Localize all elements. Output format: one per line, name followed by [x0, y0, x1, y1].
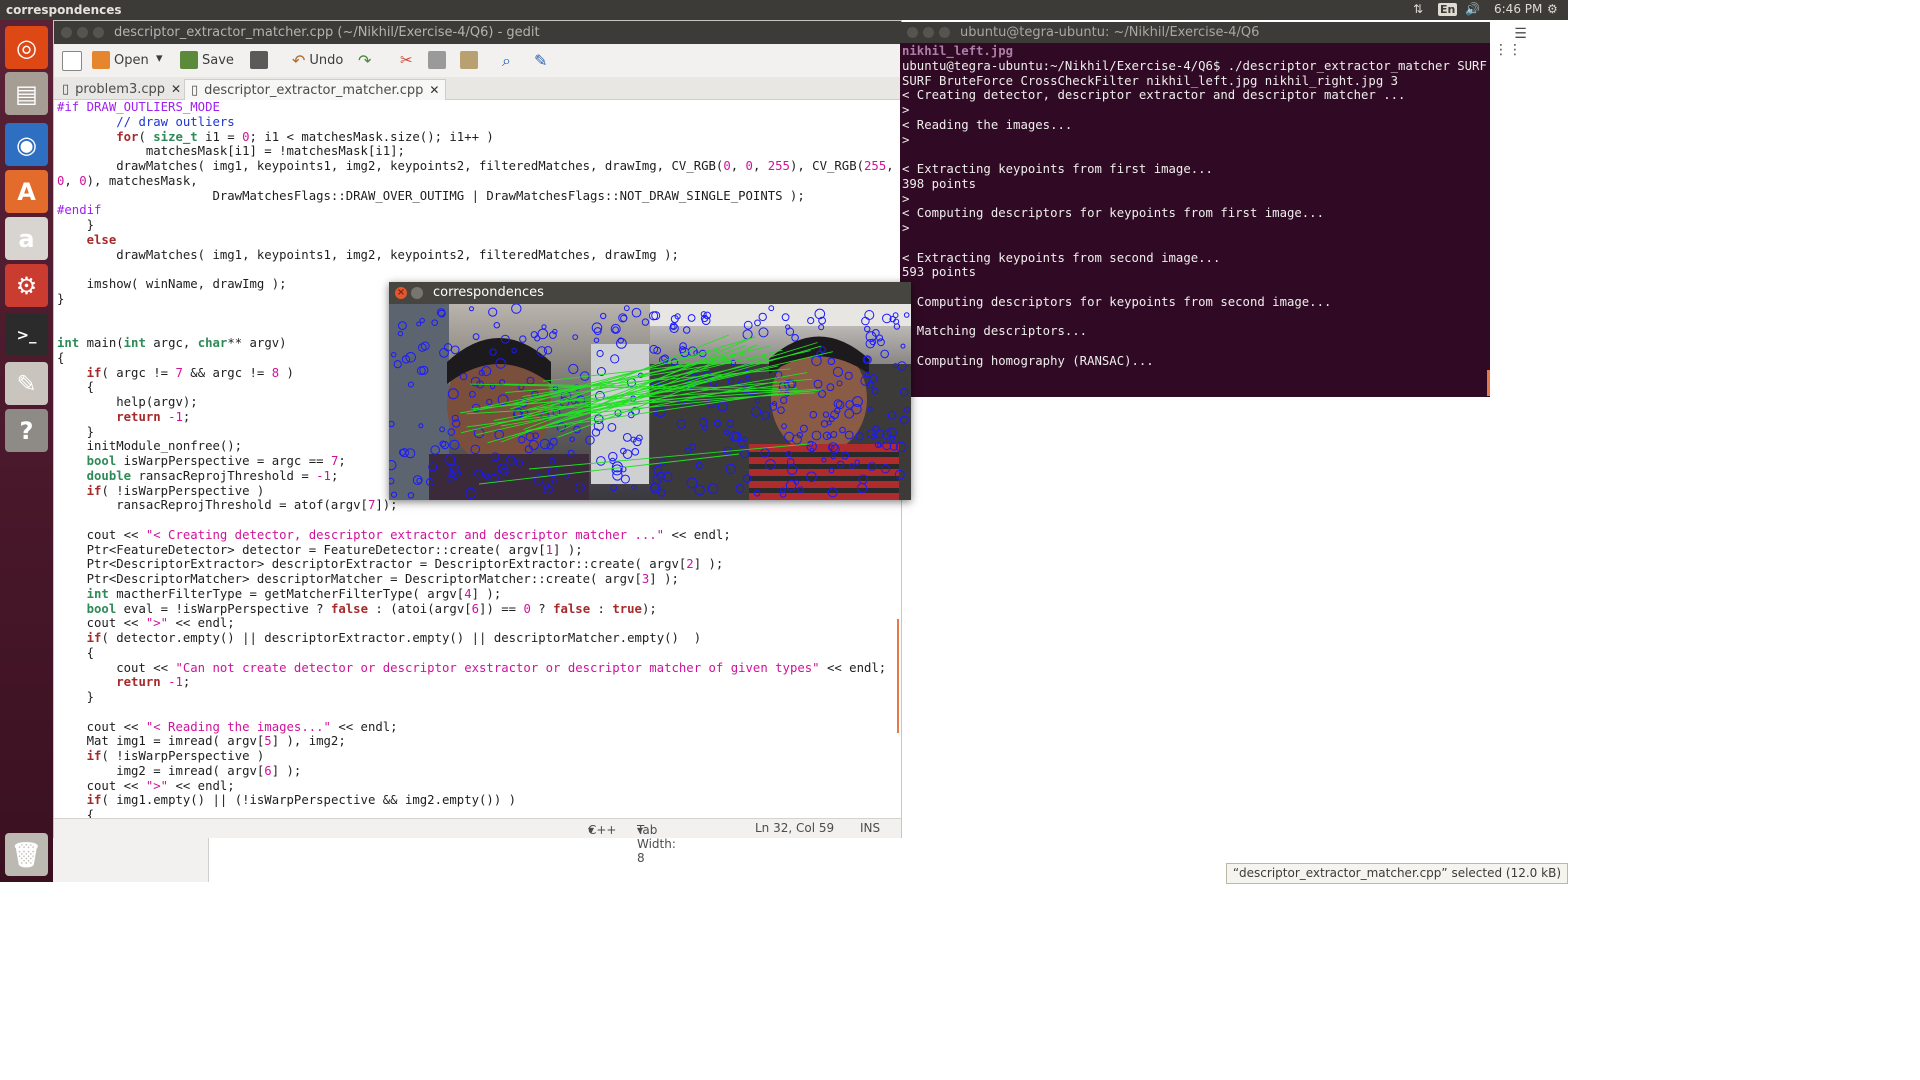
terminal-line: SURF BruteForce CrossCheckFilter nikhil_…	[902, 73, 1399, 88]
list-view-icon[interactable]: ☰	[1514, 26, 1527, 42]
terminal-line: 593 points	[902, 265, 977, 280]
correspondences-title: correspondences	[433, 285, 544, 300]
network-arrows-icon[interactable]: ⇅	[1413, 2, 1423, 16]
window-title: descriptor_extractor_matcher.cpp (~/Nikh…	[114, 25, 540, 40]
trash-icon[interactable]: 🗑	[5, 833, 48, 876]
system-settings-icon[interactable]: ⚙	[5, 264, 48, 307]
terminal-output[interactable]: nikhil_left.jpg ubuntu@tegra-ubuntu:~/Ni…	[902, 44, 1488, 396]
terminal-icon[interactable]: >_	[5, 313, 48, 356]
terminal-line: >	[902, 221, 910, 235]
open-recent-dropdown[interactable]: ▾	[156, 51, 163, 66]
terminal-line: < Extracting keypoints from first image.…	[902, 162, 1213, 176]
gedit-titlebar[interactable]: descriptor_extractor_matcher.cpp (~/Nikh…	[54, 21, 901, 44]
replace-button[interactable]: ✎	[534, 51, 547, 70]
copy-button[interactable]	[428, 51, 446, 69]
insert-mode: INS	[860, 821, 881, 835]
active-app-title: correspondences	[6, 3, 122, 17]
gedit-statusbar: C++ ▾ Tab Width: 8 ▾ Ln 32, Col 59 INS	[54, 818, 901, 865]
find-button[interactable]: ⌕	[502, 51, 511, 71]
launcher: ◎ ▤ ◉ Aa ⚙ >_ ✎? 🗑	[0, 20, 53, 882]
scissors-icon: ✂	[400, 51, 413, 69]
minimize-icon[interactable]	[77, 27, 88, 38]
gedit-tab-bar: ▯ problem3.cpp ✕ ▯ descriptor_extractor_…	[54, 77, 901, 100]
find-replace-icon: ✎	[534, 51, 548, 70]
files-icon[interactable]: ▤	[5, 72, 48, 115]
file-manager-toolbar: ⌕ ☰ ⋮⋮	[1480, 26, 1568, 58]
close-icon[interactable]	[61, 27, 72, 38]
close-icon[interactable]: ×	[395, 287, 407, 299]
software-center-icon[interactable]: A	[5, 170, 48, 213]
open-button[interactable]: Open	[92, 51, 149, 69]
terminal-line: nikhil_left.jpg	[902, 44, 1014, 58]
terminal-line: < Computing descriptors for keypoints fr…	[902, 206, 1324, 221]
undo-arrow-icon: ↶	[292, 51, 306, 70]
gedit-toolbar: Open ▾ Save ↶ Undo ↷ ✂ ⌕ ✎	[54, 44, 901, 78]
redo-arrow-icon: ↷	[358, 51, 372, 70]
copy-icon	[428, 51, 446, 69]
folder-icon	[92, 51, 110, 69]
grid-view-icon[interactable]: ⋮⋮	[1494, 42, 1522, 58]
text-editor-icon[interactable]: ✎	[5, 362, 48, 405]
maximize-icon[interactable]	[939, 27, 950, 38]
cursor-position: Ln 32, Col 59	[755, 821, 835, 835]
magnifier-icon: ⌕	[502, 51, 511, 70]
terminal-line: < Creating detector, descriptor extracto…	[902, 88, 1406, 103]
keyboard-layout-indicator[interactable]: En	[1438, 3, 1458, 16]
save-icon	[180, 51, 198, 69]
terminal-line: >	[902, 103, 910, 117]
minimize-icon[interactable]	[923, 27, 934, 38]
terminal-line: >	[902, 132, 910, 147]
terminal-line: < Matching descriptors...	[902, 324, 1088, 339]
save-button[interactable]: Save	[180, 51, 234, 69]
terminal-window: ubuntu@tegra-ubuntu: ~/Nikhil/Exercise-4…	[900, 22, 1490, 397]
terminal-line: >	[902, 191, 910, 206]
terminal-line: < Extracting keypoints from second image…	[902, 250, 1221, 265]
chevron-down-icon: ▾	[637, 823, 644, 837]
minimize-icon[interactable]	[411, 287, 423, 299]
terminal-resize-edge[interactable]	[1487, 370, 1490, 396]
terminal-line: < Computing homography (RANSAC)...	[902, 353, 1154, 368]
file-manager-sidebar	[53, 835, 209, 882]
chevron-down-icon: ▾	[588, 823, 595, 837]
terminal-titlebar[interactable]: ubuntu@tegra-ubuntu: ~/Nikhil/Exercise-4…	[900, 22, 1490, 43]
redo-button[interactable]: ↷	[358, 51, 371, 70]
tab-descriptor-extractor-matcher[interactable]: ▯ descriptor_extractor_matcher.cpp ✕	[184, 79, 447, 100]
document-icon: ▯	[191, 82, 199, 98]
printer-icon	[250, 51, 268, 69]
undo-button[interactable]: ↶ Undo	[292, 51, 343, 70]
correspondences-titlebar[interactable]: × correspondences	[389, 282, 911, 304]
chevron-down-icon: ▾	[156, 51, 163, 66]
terminal-line: 398 points	[902, 176, 977, 191]
scrollbar-position-marker[interactable]	[897, 619, 899, 733]
top-panel: correspondences ⇅ En 🔊 6:46 PM ⚙	[0, 0, 1568, 20]
clock[interactable]: 6:46 PM	[1494, 2, 1542, 16]
print-button[interactable]	[250, 51, 268, 69]
file-selection-status: “descriptor_extractor_matcher.cpp” selec…	[1225, 863, 1568, 884]
cut-button[interactable]: ✂	[400, 51, 413, 69]
close-icon[interactable]	[907, 27, 918, 38]
volume-icon[interactable]: 🔊	[1465, 2, 1480, 16]
paste-button[interactable]	[460, 51, 478, 69]
help-icon[interactable]: ?	[5, 409, 48, 452]
matches-image	[389, 304, 911, 500]
chromium-icon[interactable]: ◉	[5, 123, 48, 166]
right-striped-shirt	[749, 444, 899, 500]
new-file-icon	[62, 51, 82, 71]
tab-problem3[interactable]: ▯ problem3.cpp ✕	[56, 79, 187, 99]
close-tab-icon[interactable]: ✕	[171, 82, 181, 96]
document-icon: ▯	[62, 81, 70, 97]
terminal-line: < Computing descriptors for keypoints fr…	[902, 294, 1332, 309]
terminal-title: ubuntu@tegra-ubuntu: ~/Nikhil/Exercise-4…	[960, 25, 1260, 40]
terminal-line: ubuntu@tegra-ubuntu:~/Nikhil/Exercise-4/…	[902, 58, 1487, 73]
amazon-icon[interactable]: a	[5, 217, 48, 260]
clipboard-icon	[460, 51, 478, 69]
ubuntu-dash-icon[interactable]: ◎	[5, 26, 48, 69]
correspondences-window: × correspondences	[389, 282, 911, 500]
terminal-line: < Reading the images...	[902, 117, 1073, 132]
gear-icon[interactable]: ⚙	[1547, 2, 1558, 16]
maximize-icon[interactable]	[93, 27, 104, 38]
close-tab-icon[interactable]: ✕	[429, 83, 439, 97]
new-document-button[interactable]	[62, 51, 82, 71]
